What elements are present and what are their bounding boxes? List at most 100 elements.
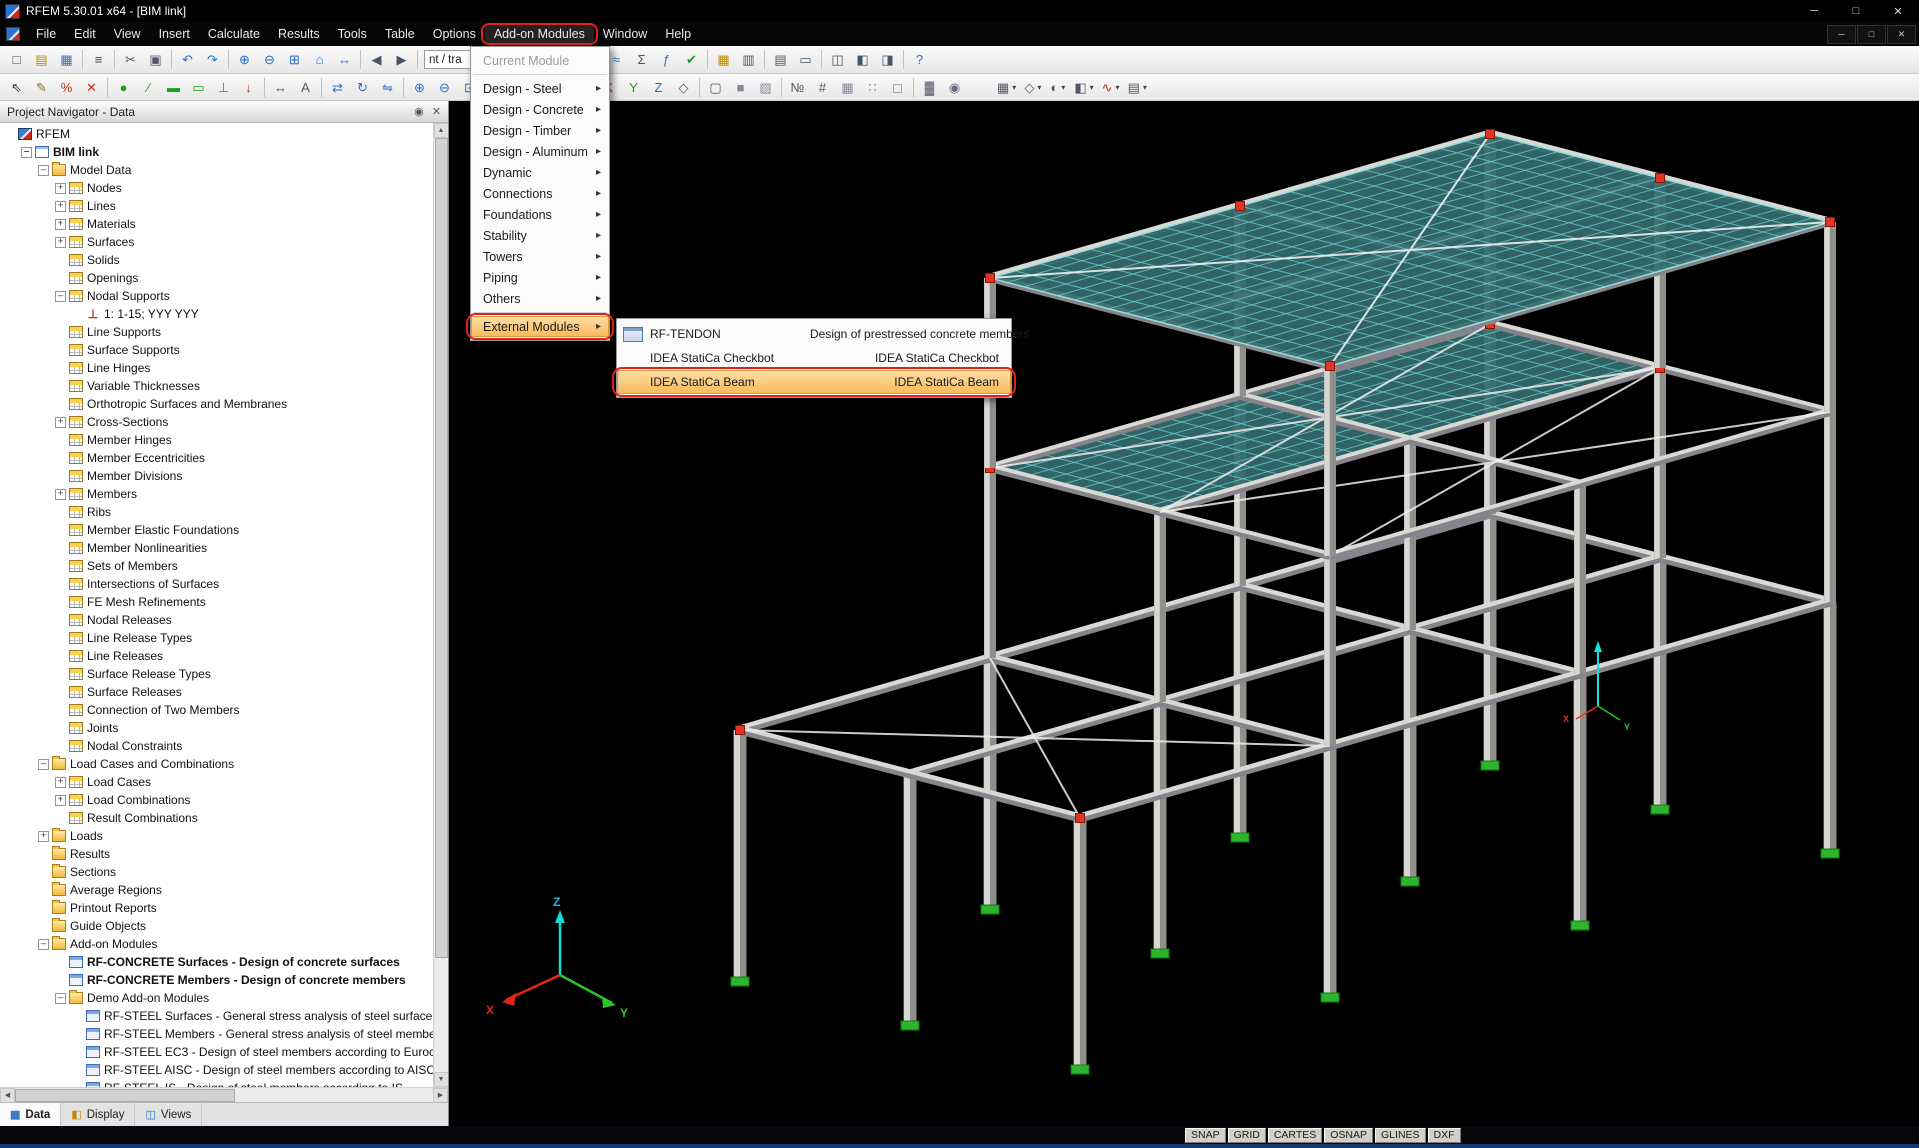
- status-toggle-glines[interactable]: GLINES: [1375, 1128, 1426, 1143]
- submenu-item-rf-tendon[interactable]: RF-TENDONDesign of prestressed concrete …: [617, 322, 1011, 346]
- tree-item-result-combinations[interactable]: Result Combinations: [0, 809, 433, 827]
- menu-item-design-concrete[interactable]: Design - Concrete▸: [471, 99, 609, 120]
- menu-tools[interactable]: Tools: [329, 24, 376, 44]
- calculation-button[interactable]: ƒ: [654, 49, 679, 71]
- tree-item-rf-steel-members-general-stress-analysis-of-steel-member[interactable]: RF-STEEL Members - General stress analys…: [0, 1025, 433, 1043]
- previous-view-button[interactable]: ◀: [364, 49, 389, 71]
- new-surface-button[interactable]: ▭: [186, 76, 211, 98]
- print-button[interactable]: ≡: [86, 49, 111, 71]
- visibility-dropdown[interactable]: ◐▾: [1045, 76, 1070, 98]
- zoom-window-button[interactable]: ⊞: [282, 49, 307, 71]
- tree-item-fe-mesh-refinements[interactable]: FE Mesh Refinements: [0, 593, 433, 611]
- colors-dropdown[interactable]: ◧▾: [1070, 76, 1097, 98]
- check-button[interactable]: ✔: [679, 49, 704, 71]
- view-y-button[interactable]: Y: [621, 76, 646, 98]
- child-minimize-button[interactable]: ─: [1827, 25, 1856, 44]
- tree-expander[interactable]: +: [55, 201, 66, 212]
- menu-item-connections[interactable]: Connections▸: [471, 183, 609, 204]
- tab-display[interactable]: ◧Display: [61, 1103, 135, 1126]
- tree-expander[interactable]: +: [55, 237, 66, 248]
- tree-item-nodal-constraints[interactable]: Nodal Constraints: [0, 737, 433, 755]
- submenu-item-idea-statica-beam[interactable]: IDEA StatiCa BeamIDEA StatiCa Beam: [617, 370, 1011, 394]
- minimize-button[interactable]: ─: [1793, 0, 1835, 22]
- tree-expander[interactable]: –: [55, 291, 66, 302]
- tree-item-member-divisions[interactable]: Member Divisions: [0, 467, 433, 485]
- tree-item-sets-of-members[interactable]: Sets of Members: [0, 557, 433, 575]
- horizontal-scrollbar[interactable]: ◀ ▶: [0, 1087, 448, 1102]
- base-supports[interactable]: [731, 761, 1839, 1074]
- scroll-right-button[interactable]: ▶: [433, 1088, 448, 1103]
- new-line-button[interactable]: ∕: [136, 76, 161, 98]
- menu-edit[interactable]: Edit: [65, 24, 105, 44]
- tree-item-1-1-15-yyy-yyy[interactable]: ⊥1: 1-15; YYY YYY: [0, 305, 433, 323]
- tree-expander[interactable]: –: [21, 147, 32, 158]
- tree-item-ribs[interactable]: Ribs: [0, 503, 433, 521]
- menu-calculate[interactable]: Calculate: [199, 24, 269, 44]
- tree-item-member-elastic-foundations[interactable]: Member Elastic Foundations: [0, 521, 433, 539]
- scroll-up-button[interactable]: ▲: [434, 123, 449, 138]
- display-settings-button[interactable]: ◉: [942, 76, 967, 98]
- show-values-button[interactable]: #: [810, 76, 835, 98]
- tree-item-solids[interactable]: Solids: [0, 251, 433, 269]
- tree-item-load-combinations[interactable]: +Load Combinations: [0, 791, 433, 809]
- tree-expander[interactable]: –: [38, 165, 49, 176]
- table-view-button[interactable]: ▥: [736, 49, 761, 71]
- status-toggle-grid[interactable]: GRID: [1228, 1128, 1266, 1143]
- tree-item-rf-steel-is-design-of-steel-members-according-to-is[interactable]: RF-STEEL IS - Design of steel members ac…: [0, 1079, 433, 1087]
- select-arrow-button[interactable]: ⇖: [4, 76, 29, 98]
- menu-item-towers[interactable]: Towers▸: [471, 246, 609, 267]
- printout-report-button[interactable]: ▤: [768, 49, 793, 71]
- tree-item-nodal-supports[interactable]: –Nodal Supports: [0, 287, 433, 305]
- menu-file[interactable]: File: [27, 24, 65, 44]
- pan-view-button[interactable]: ↔: [332, 49, 357, 71]
- pin-icon[interactable]: ◉: [414, 105, 424, 118]
- mirror-button[interactable]: ⇋: [375, 76, 400, 98]
- menu-table[interactable]: Table: [376, 24, 424, 44]
- tree-item-openings[interactable]: Openings: [0, 269, 433, 287]
- background-button[interactable]: ▓: [917, 76, 942, 98]
- scrollbar-thumb[interactable]: [435, 138, 448, 958]
- menu-item-design-aluminum[interactable]: Design - Aluminum▸: [471, 141, 609, 162]
- edit-parameters-button[interactable]: %: [54, 76, 79, 98]
- close-button[interactable]: ✕: [1877, 0, 1919, 22]
- tree-item-model-data[interactable]: –Model Data: [0, 161, 433, 179]
- tree-item-surface-release-types[interactable]: Surface Release Types: [0, 665, 433, 683]
- tree-expander[interactable]: –: [55, 993, 66, 1004]
- tree-item-add-on-modules[interactable]: –Add-on Modules: [0, 935, 433, 953]
- next-view-button[interactable]: ▶: [389, 49, 414, 71]
- tree-item-surface-supports[interactable]: Surface Supports: [0, 341, 433, 359]
- menu-insert[interactable]: Insert: [150, 24, 199, 44]
- graphic-printout-button[interactable]: ▭: [793, 49, 818, 71]
- show-grid-button[interactable]: ∷: [860, 76, 885, 98]
- menu-help[interactable]: Help: [656, 24, 700, 44]
- tree-item-cross-sections[interactable]: +Cross-Sections: [0, 413, 433, 431]
- menu-add-on-modules[interactable]: Add-on Modules: [485, 24, 594, 44]
- menu-item-design-timber[interactable]: Design - Timber▸: [471, 120, 609, 141]
- show-all-button[interactable]: ⌂: [307, 49, 332, 71]
- zoom-out-view-button[interactable]: ⊖: [432, 76, 457, 98]
- menu-item-external-modules[interactable]: External Modules▸: [471, 316, 609, 337]
- tree-item-rfem[interactable]: RFEM: [0, 125, 433, 143]
- tree-item-line-release-types[interactable]: Line Release Types: [0, 629, 433, 647]
- move-copy-button[interactable]: ⇄: [325, 76, 350, 98]
- redo-button[interactable]: ↷: [200, 49, 225, 71]
- tree-item-load-cases[interactable]: +Load Cases: [0, 773, 433, 791]
- tables-button[interactable]: ▦: [711, 49, 736, 71]
- edit-object-button[interactable]: ✎: [29, 76, 54, 98]
- tree-item-rf-concrete-surfaces-design-of-concrete-surfaces[interactable]: RF-CONCRETE Surfaces - Design of concret…: [0, 953, 433, 971]
- menu-item-others[interactable]: Others▸: [471, 288, 609, 309]
- tree-item-line-supports[interactable]: Line Supports: [0, 323, 433, 341]
- view-angle-dropdown[interactable]: ◇▾: [1020, 76, 1045, 98]
- zoom-in-button[interactable]: ⊕: [232, 49, 257, 71]
- new-window-button[interactable]: ◫: [825, 49, 850, 71]
- hscrollbar-thumb[interactable]: [15, 1089, 235, 1102]
- show-fe-mesh-button[interactable]: ▦: [835, 76, 860, 98]
- view-z-button[interactable]: Z: [646, 76, 671, 98]
- menu-results[interactable]: Results: [269, 24, 329, 44]
- tree-item-member-hinges[interactable]: Member Hinges: [0, 431, 433, 449]
- tree-item-member-eccentricities[interactable]: Member Eccentricities: [0, 449, 433, 467]
- new-load-button[interactable]: ↓: [236, 76, 261, 98]
- menu-item-current-module[interactable]: Current Module: [471, 50, 609, 71]
- cut-button[interactable]: ✂: [118, 49, 143, 71]
- tree-expander[interactable]: –: [38, 939, 49, 950]
